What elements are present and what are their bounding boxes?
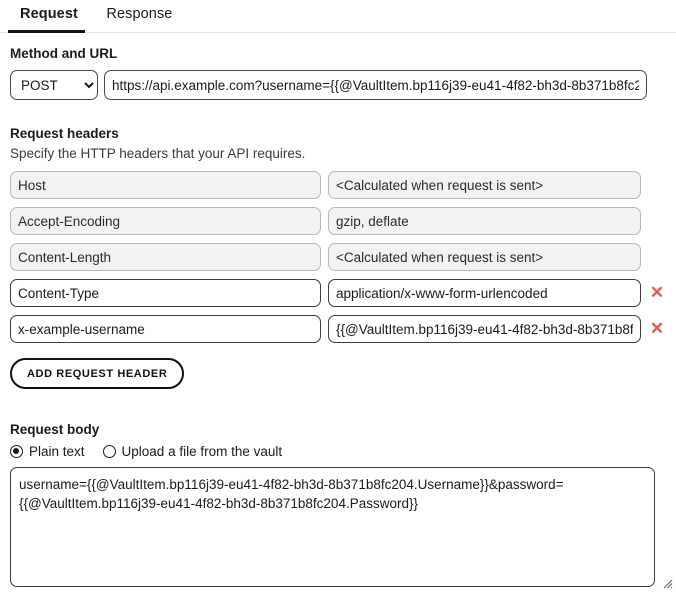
request-headers-section: Request headers Specify the HTTP headers… [0,126,676,389]
header-name-input[interactable] [10,315,321,343]
header-name-input [10,171,321,199]
http-method-select[interactable]: GETPOSTPUTPATCHDELETEHEADOPTIONS [10,70,98,100]
add-request-header-button[interactable]: ADD REQUEST HEADER [10,358,185,389]
request-body-title: Request body [10,422,100,437]
header-row: ✕ [10,171,676,199]
request-headers-title: Request headers [10,126,119,141]
request-body-type-group: Plain text Upload a file from the vault [10,444,676,459]
request-body-textarea-wrapper [10,467,676,592]
header-name-input [10,207,321,235]
request-url-input[interactable] [104,70,647,100]
tab-request[interactable]: Request [8,0,90,30]
header-row: ✕ [10,279,676,307]
delete-header-icon[interactable]: ✕ [648,315,666,343]
request-headers-help: Specify the HTTP headers that your API r… [10,146,306,161]
radio-label-plain-text: Plain text [29,444,85,459]
resize-grip-icon[interactable] [661,577,673,589]
header-row: ✕ [10,243,676,271]
radio-indicator-plain-text[interactable] [10,445,23,458]
header-value-input [328,243,641,271]
radio-label-upload-file: Upload a file from the vault [121,444,283,459]
tab-bar: Request Response [0,0,676,33]
header-name-input [10,243,321,271]
method-and-url-section: Method and URL GETPOSTPUTPATCHDELETEHEAD… [0,46,676,100]
header-name-input[interactable] [10,279,321,307]
radio-option-upload-file[interactable]: Upload a file from the vault [102,444,283,459]
request-headers-list: ✕ ✕ ✕ ✕ ✕ [0,171,676,343]
radio-indicator-upload-file[interactable] [102,445,116,458]
header-row: ✕ [10,207,676,235]
request-body-section: Request body Plain text Upload a file fr… [0,422,676,592]
header-value-input[interactable] [328,279,641,307]
request-body-textarea[interactable] [10,467,655,587]
header-value-input[interactable] [328,315,641,343]
radio-option-plain-text[interactable]: Plain text [10,444,85,459]
header-row: ✕ [10,315,676,343]
header-value-input [328,171,641,199]
method-and-url-title: Method and URL [10,46,118,61]
tab-response[interactable]: Response [94,0,184,30]
method-url-row: GETPOSTPUTPATCHDELETEHEADOPTIONS [10,70,676,100]
active-tab-indicator [8,30,85,33]
delete-header-icon[interactable]: ✕ [648,279,666,307]
header-value-input [328,207,641,235]
